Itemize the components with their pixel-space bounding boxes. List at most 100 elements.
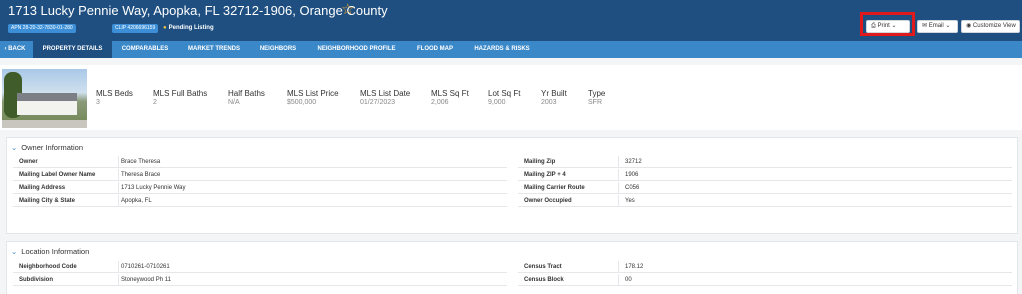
owner-section-header[interactable]: ⌄ Owner Information bbox=[11, 143, 83, 152]
stat-value: 2 bbox=[153, 99, 157, 106]
page-title: 1713 Lucky Pennie Way, Apopka, FL 32712-… bbox=[8, 3, 388, 18]
tab-property-details[interactable]: PROPERTY DETAILS bbox=[33, 41, 112, 58]
field-value: Apopka, FL bbox=[121, 198, 152, 204]
stat-label: Lot Sq Ft bbox=[488, 89, 521, 98]
property-summary: MLS Beds 3 MLS Full Baths 2 Half Baths N… bbox=[0, 65, 1022, 130]
field-label: Owner bbox=[19, 159, 38, 165]
location-section-header[interactable]: ⌄ Location Information bbox=[11, 247, 89, 256]
email-button[interactable]: ✉ Email ⌄ bbox=[917, 20, 958, 33]
clip-badge: CLIP 4206696159 bbox=[112, 24, 159, 33]
tab-back-label: BACK bbox=[8, 46, 26, 52]
photo-house bbox=[17, 93, 77, 115]
stat-label: MLS Sq Ft bbox=[431, 89, 469, 98]
stat-value: N/A bbox=[228, 99, 240, 106]
field-label: Owner Occupied bbox=[524, 198, 572, 204]
field-label: Mailing Address bbox=[19, 185, 66, 191]
table-row: Mailing Zip 32712 bbox=[518, 156, 1012, 168]
table-row: Subdivision Stoneywood Ph 11 bbox=[13, 274, 507, 286]
property-header: 1713 Lucky Pennie Way, Apopka, FL 32712-… bbox=[0, 0, 1022, 41]
stat-value: $500,000 bbox=[287, 99, 317, 106]
field-value: Yes bbox=[625, 198, 635, 204]
stat-lot-sq-ft: Lot Sq Ft 9,000 bbox=[488, 89, 520, 106]
property-photo[interactable] bbox=[2, 69, 87, 128]
status-text: Pending Listing bbox=[168, 25, 214, 31]
field-label: Neighborhood Code bbox=[19, 264, 77, 270]
tab-flood-map[interactable]: FLOOD MAP bbox=[407, 41, 463, 58]
row-divider bbox=[618, 156, 619, 168]
table-row: Owner Occupied Yes bbox=[518, 195, 1012, 207]
customize-label: Customize View bbox=[972, 23, 1016, 29]
row-divider bbox=[618, 261, 619, 273]
stat-type: Type SFR bbox=[588, 89, 605, 106]
table-row: Neighborhood Code 0710261-0710261 bbox=[13, 261, 507, 273]
tab-comparables[interactable]: COMPARABLES bbox=[112, 41, 178, 58]
field-label: Census Block bbox=[524, 277, 564, 283]
row-divider bbox=[118, 182, 119, 194]
row-divider bbox=[618, 182, 619, 194]
stat-value: 9,000 bbox=[488, 99, 506, 106]
row-divider bbox=[618, 169, 619, 181]
field-value: C056 bbox=[625, 185, 640, 191]
print-button[interactable]: ⎙ Print ⌄ bbox=[866, 20, 910, 33]
email-label: Email bbox=[928, 23, 944, 29]
owner-information-section: ⌄ Owner Information Owner Brace Theresa M… bbox=[6, 137, 1018, 234]
tab-neighborhood-profile[interactable]: NEIGHBORHOOD PROFILE bbox=[306, 41, 407, 58]
field-value: 00 bbox=[625, 277, 632, 283]
table-row: Mailing Label Owner Name Theresa Brace bbox=[13, 169, 507, 181]
email-icon: ✉ bbox=[922, 23, 928, 29]
status-badge: ● Pending Listing bbox=[163, 23, 214, 33]
eye-icon: ◉ bbox=[966, 23, 972, 29]
section-title: Location Information bbox=[21, 247, 90, 256]
customize-view-button[interactable]: ◉ Customize View bbox=[961, 20, 1020, 33]
table-row: Census Block 00 bbox=[518, 274, 1012, 286]
field-label: Census Tract bbox=[524, 264, 562, 270]
chevron-left-icon: ‹ bbox=[4, 46, 7, 52]
field-label: Subdivision bbox=[19, 277, 54, 283]
stat-yr-built: Yr Built 2003 bbox=[541, 89, 567, 106]
field-value: Theresa Brace bbox=[121, 172, 161, 178]
stat-list-price: MLS List Price $500,000 bbox=[287, 89, 339, 106]
stat-label: Type bbox=[588, 89, 606, 98]
photo-driveway bbox=[2, 120, 87, 128]
printer-icon: ⎙ bbox=[871, 23, 876, 29]
field-value: Brace Theresa bbox=[121, 159, 161, 165]
tab-back[interactable]: ‹ BACK bbox=[0, 41, 30, 58]
field-label: Mailing City & State bbox=[19, 198, 76, 204]
row-divider bbox=[118, 169, 119, 181]
chevron-down-icon: ⌄ bbox=[945, 23, 951, 29]
print-label: Print bbox=[877, 23, 890, 29]
star-icon[interactable]: ☆ bbox=[341, 1, 354, 18]
stat-label: MLS List Price bbox=[287, 89, 339, 98]
stat-value: 2,006 bbox=[431, 99, 449, 106]
stat-sq-ft: MLS Sq Ft 2,006 bbox=[431, 89, 469, 106]
field-label: Mailing Zip bbox=[524, 159, 556, 165]
chevron-down-icon: ⌄ bbox=[11, 247, 18, 256]
stat-label: MLS Full Baths bbox=[153, 89, 208, 98]
row-divider bbox=[618, 274, 619, 286]
stat-half-baths: Half Baths N/A bbox=[228, 89, 265, 106]
nav-tabs: ‹ BACK PROPERTY DETAILS COMPARABLES MARK… bbox=[0, 41, 1022, 58]
location-information-section: ⌄ Location Information Neighborhood Code … bbox=[6, 241, 1018, 294]
tab-hazards-risks[interactable]: HAZARDS & RISKS bbox=[463, 41, 541, 58]
pin-icon: ● bbox=[163, 25, 167, 31]
field-label: Mailing Label Owner Name bbox=[19, 172, 96, 178]
table-row: Census Tract 178.12 bbox=[518, 261, 1012, 273]
field-value: Stoneywood Ph 11 bbox=[121, 277, 171, 283]
stat-label: MLS Beds bbox=[96, 89, 133, 98]
field-value: 0710261-0710261 bbox=[121, 264, 170, 270]
stat-value: 3 bbox=[96, 99, 100, 106]
field-value: 1906 bbox=[625, 172, 639, 178]
stat-label: MLS List Date bbox=[360, 89, 411, 98]
stat-value: SFR bbox=[588, 99, 602, 106]
field-value: 178.12 bbox=[625, 264, 644, 270]
stat-list-date: MLS List Date 01/27/2023 bbox=[360, 89, 410, 106]
section-title: Owner Information bbox=[21, 143, 83, 152]
chevron-down-icon: ⌄ bbox=[891, 23, 897, 29]
stat-value: 2003 bbox=[541, 99, 557, 106]
stat-label: Half Baths bbox=[228, 89, 265, 98]
tab-market-trends[interactable]: MARKET TRENDS bbox=[178, 41, 250, 58]
stat-full-baths: MLS Full Baths 2 bbox=[153, 89, 207, 106]
tab-neighbors[interactable]: NEIGHBORS bbox=[250, 41, 306, 58]
field-label: Mailing Carrier Route bbox=[524, 185, 585, 191]
table-row: Mailing Address 1713 Lucky Pennie Way bbox=[13, 182, 507, 194]
